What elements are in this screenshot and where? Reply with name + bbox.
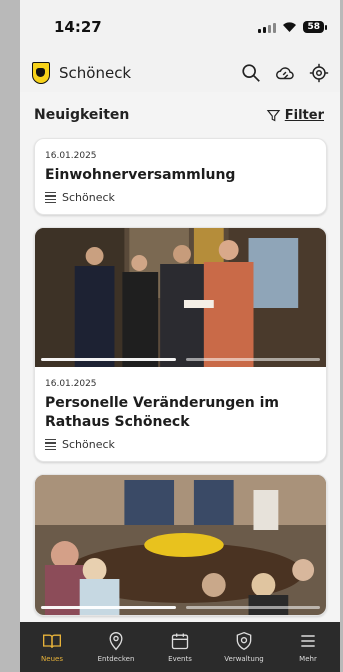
tab-label: Neues [41,655,63,663]
category-icon [45,191,56,204]
book-icon [43,634,61,648]
news-title: Personelle Veränderungen im Rathaus Schö… [45,395,280,430]
bottom-tab-bar: Neues Entdecken Events Verwaltung Mehr [20,622,340,672]
app-header: Schöneck [20,54,340,92]
news-photo [35,475,326,615]
menu-icon [301,635,315,647]
battery-icon: 58 [303,21,327,33]
news-location-label: Schöneck [62,191,115,204]
news-location: Schöneck [45,438,316,451]
news-image-carousel[interactable] [35,475,326,615]
tab-verwaltung[interactable]: Verwaltung [212,622,276,672]
news-image-carousel[interactable] [35,228,326,367]
signal-icon [258,22,277,33]
tab-label: Verwaltung [224,655,264,663]
news-location: Schöneck [45,191,316,204]
tab-neues[interactable]: Neues [20,622,84,672]
status-icons: 58 [258,21,327,33]
tab-entdecken[interactable]: Entdecken [84,622,148,672]
filter-icon [266,109,281,121]
app-title: Schöneck [59,64,132,82]
news-location-label: Schöneck [62,438,115,451]
news-title: Einwohnerversammlung [45,167,236,183]
search-icon[interactable] [240,62,262,84]
news-card[interactable]: 16.01.2025 Einwohnerversammlung Schöneck [34,138,327,215]
tab-mehr[interactable]: Mehr [276,622,340,672]
wifi-icon [283,22,297,32]
news-date: 16.01.2025 [45,379,97,389]
crest-logo [32,62,50,84]
news-date: 16.01.2025 [45,151,97,161]
tab-label: Entdecken [97,655,135,663]
carousel-indicator [41,606,320,609]
shield-icon [236,631,252,651]
calendar-icon [171,633,189,650]
weather-icon[interactable] [274,62,296,84]
section-title: Neuigkeiten [34,107,130,123]
filter-label: Filter [284,107,324,123]
news-feed[interactable]: Neuigkeiten Filter 16.01.2025 Einwohnerv… [20,92,340,622]
carousel-indicator [41,358,320,361]
phone-screen: 14:27 58 Schöneck Neuigkeiten Filter 16.… [20,0,340,672]
filter-button[interactable]: Filter [266,108,324,123]
tab-label: Events [168,655,192,663]
news-card[interactable]: 16.01.2025 Personelle Veränderungen im R… [34,227,327,462]
section-header: Neuigkeiten Filter [20,92,340,138]
category-icon [45,438,56,451]
status-bar: 14:27 58 [20,0,340,54]
tab-label: Mehr [299,655,317,663]
news-card[interactable] [34,474,327,616]
tab-events[interactable]: Events [148,622,212,672]
location-icon[interactable] [308,62,330,84]
map-pin-icon [109,632,123,651]
status-time: 14:27 [54,18,102,36]
news-photo [35,228,326,367]
